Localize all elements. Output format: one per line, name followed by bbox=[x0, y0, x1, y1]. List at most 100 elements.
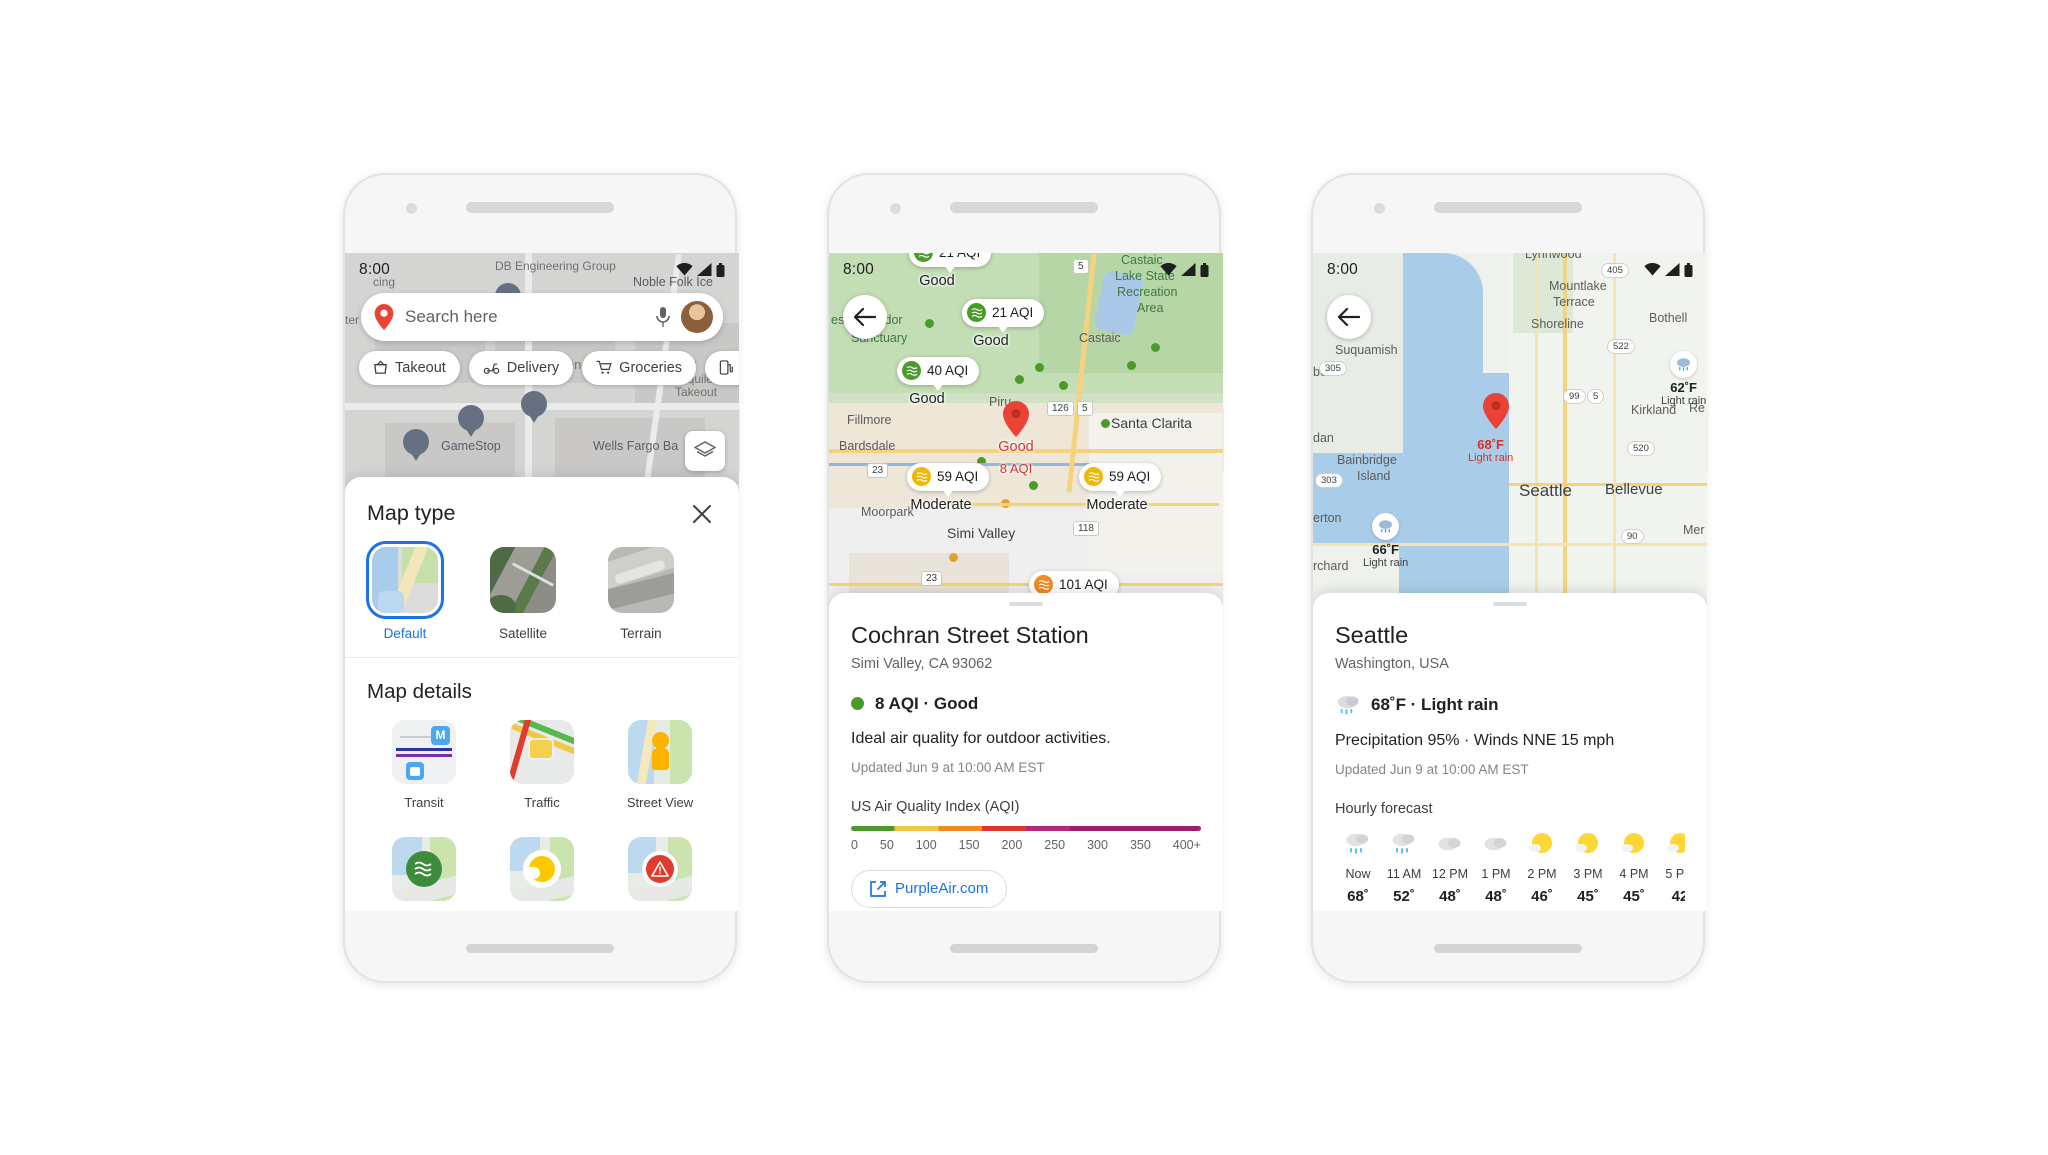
map-label: Lake State bbox=[1115, 268, 1175, 283]
sensor-dot[interactable] bbox=[1127, 360, 1136, 370]
status-dot bbox=[851, 697, 864, 710]
selected-location-pin[interactable] bbox=[1003, 400, 1029, 437]
map-pin[interactable] bbox=[403, 428, 429, 463]
hour-item[interactable]: 5 PM 42 bbox=[1657, 829, 1685, 905]
back-button[interactable] bbox=[1327, 294, 1371, 339]
aqi-scale-bar bbox=[851, 825, 1201, 831]
map-detail-street-view[interactable]: Street View bbox=[601, 719, 719, 811]
chip-groceries[interactable]: Groceries bbox=[582, 350, 697, 385]
sensor-dot[interactable] bbox=[1035, 362, 1044, 372]
hour-time: 5 PM bbox=[1665, 866, 1685, 881]
map-type-satellite[interactable]: Satellite bbox=[485, 546, 561, 641]
hour-temp: 45˚ bbox=[1623, 887, 1645, 905]
map-label: cing bbox=[373, 274, 396, 289]
map-detail-covid-info[interactable]: COVID-19 Info bbox=[601, 836, 719, 911]
map-label: Area bbox=[1137, 300, 1164, 315]
aqi-value: 59 AQI bbox=[1109, 469, 1151, 484]
search-bar[interactable]: Search here bbox=[361, 292, 723, 341]
phone-weather: 405 522 99 5 520 305 303 90 Lynnwood Mou… bbox=[1311, 172, 1708, 983]
highway-shield: 522 bbox=[1607, 338, 1635, 354]
close-button[interactable] bbox=[687, 499, 717, 529]
chip-delivery[interactable]: Delivery bbox=[468, 350, 574, 385]
aqi-marker[interactable]: 21 AQI bbox=[909, 252, 992, 273]
highway-shield: 118 bbox=[1073, 520, 1099, 536]
sensor-dot[interactable] bbox=[1015, 374, 1024, 384]
hour-item[interactable]: 12 PM 48˚ bbox=[1427, 829, 1473, 905]
sheet-grabber[interactable] bbox=[1493, 601, 1527, 606]
hour-item[interactable]: 2 PM 46˚ bbox=[1519, 829, 1565, 905]
weather-card: Seattle Washington, USA 68˚F · Light rai… bbox=[1313, 592, 1707, 911]
rain-cloud-icon bbox=[1335, 829, 1381, 861]
hourly-forecast-list[interactable]: Now 68˚ 11 AM 52˚ 12 PM 48˚ 1 PM 48˚ 2 P… bbox=[1335, 829, 1685, 905]
map-detail-weather[interactable]: Weather bbox=[483, 836, 601, 911]
screenshot-stage: cing DB Engineering Group Noble Folk Ice… bbox=[0, 0, 2048, 1155]
map-label: Bellevue bbox=[1605, 480, 1663, 498]
map-type-default[interactable]: Default bbox=[366, 540, 444, 641]
aqi-marker[interactable]: 59 AQI bbox=[907, 462, 990, 497]
aqi-category: Moderate bbox=[1086, 496, 1148, 513]
layers-button[interactable] bbox=[685, 430, 725, 471]
map-label: Bothell bbox=[1649, 310, 1688, 325]
aqi-badge bbox=[1034, 575, 1053, 594]
map-label: Santa Clarita bbox=[1111, 414, 1192, 431]
chip-gas[interactable] bbox=[705, 350, 739, 385]
chip-takeout[interactable]: Takeout bbox=[359, 350, 460, 385]
partly-sunny-icon bbox=[1657, 829, 1685, 861]
sensor-dot[interactable] bbox=[925, 318, 934, 328]
sheet-grabber[interactable] bbox=[1009, 601, 1043, 606]
screen-3: 405 522 99 5 520 305 303 90 Lynnwood Mou… bbox=[1313, 252, 1707, 911]
map-detail-transit[interactable]: M Transit bbox=[365, 719, 483, 811]
close-icon bbox=[693, 504, 711, 523]
card-description: Precipitation 95% · Winds NNE 15 mph bbox=[1335, 731, 1615, 749]
back-button[interactable] bbox=[843, 294, 887, 339]
back-arrow-icon bbox=[854, 307, 876, 326]
hour-item[interactable]: Now 68˚ bbox=[1335, 829, 1381, 905]
map-type-options: Default Satellite Terrain bbox=[345, 533, 739, 657]
selected-location-pin[interactable] bbox=[1483, 392, 1509, 429]
map-label: Noble Folk Ice bbox=[633, 274, 713, 289]
map-detail-traffic[interactable]: Traffic bbox=[483, 719, 601, 811]
hour-time: 11 AM bbox=[1386, 866, 1422, 881]
map-detail-label: Street View bbox=[626, 794, 694, 810]
map-pin[interactable] bbox=[521, 390, 547, 425]
weather-condition: Light rain bbox=[1468, 451, 1514, 464]
aqi-marker[interactable]: 40 AQI bbox=[897, 356, 980, 391]
purpleair-link-button[interactable]: PurpleAir.com bbox=[851, 869, 1008, 908]
hour-time: 3 PM bbox=[1573, 866, 1603, 881]
sensor-dot[interactable] bbox=[1151, 342, 1160, 352]
map-type-terrain[interactable]: Terrain bbox=[603, 546, 679, 641]
phone-map-layers: cing DB Engineering Group Noble Folk Ice… bbox=[343, 172, 740, 983]
map-label: Shoreline bbox=[1531, 316, 1584, 331]
hour-time: Now bbox=[1345, 866, 1371, 881]
hour-item[interactable]: 3 PM 45˚ bbox=[1565, 829, 1611, 905]
microphone-icon[interactable] bbox=[655, 306, 671, 328]
back-arrow-icon bbox=[1338, 307, 1360, 326]
aqi-marker[interactable]: 21 AQI bbox=[962, 298, 1045, 333]
weather-marker[interactable]: 66˚F Light rain bbox=[1363, 512, 1408, 569]
sensor-dot[interactable] bbox=[1029, 480, 1038, 490]
map-label: DB Engineering Group bbox=[495, 258, 616, 273]
sensor-dot[interactable] bbox=[1059, 380, 1068, 390]
aqi-scale-ticks: 0 50 100 150 200 250 300 350 400+ bbox=[851, 838, 1201, 852]
avatar[interactable] bbox=[681, 300, 713, 333]
aqi-marker[interactable]: 59 AQI bbox=[1079, 462, 1162, 497]
search-input[interactable]: Search here bbox=[405, 307, 655, 327]
aqi-value: 21 AQI bbox=[939, 252, 981, 261]
map-detail-air-quality[interactable]: Air quality bbox=[365, 836, 483, 911]
hour-item[interactable]: 1 PM 48˚ bbox=[1473, 829, 1519, 905]
map-type-title: Map type bbox=[367, 501, 456, 525]
sensor-dot[interactable] bbox=[1101, 418, 1110, 428]
aqi-value: 59 AQI bbox=[937, 469, 979, 484]
weather-temp: 68˚F bbox=[1477, 436, 1504, 452]
aqi-value: 101 AQI bbox=[1059, 577, 1108, 592]
hour-item[interactable]: 11 AM 52˚ bbox=[1381, 829, 1427, 905]
map-label: Fillmore bbox=[847, 412, 892, 427]
map-pin[interactable] bbox=[458, 404, 484, 439]
card-updated-time: Updated Jun 9 at 10:00 AM EST bbox=[851, 759, 1045, 775]
weather-marker[interactable]: 62˚F Light rain bbox=[1661, 350, 1706, 407]
sensor-dot[interactable] bbox=[949, 552, 958, 562]
street-view-icon bbox=[628, 719, 692, 784]
map-label: Castaic bbox=[1121, 252, 1163, 267]
hour-item[interactable]: 4 PM 45˚ bbox=[1611, 829, 1657, 905]
partly-sunny-icon bbox=[1519, 829, 1565, 861]
